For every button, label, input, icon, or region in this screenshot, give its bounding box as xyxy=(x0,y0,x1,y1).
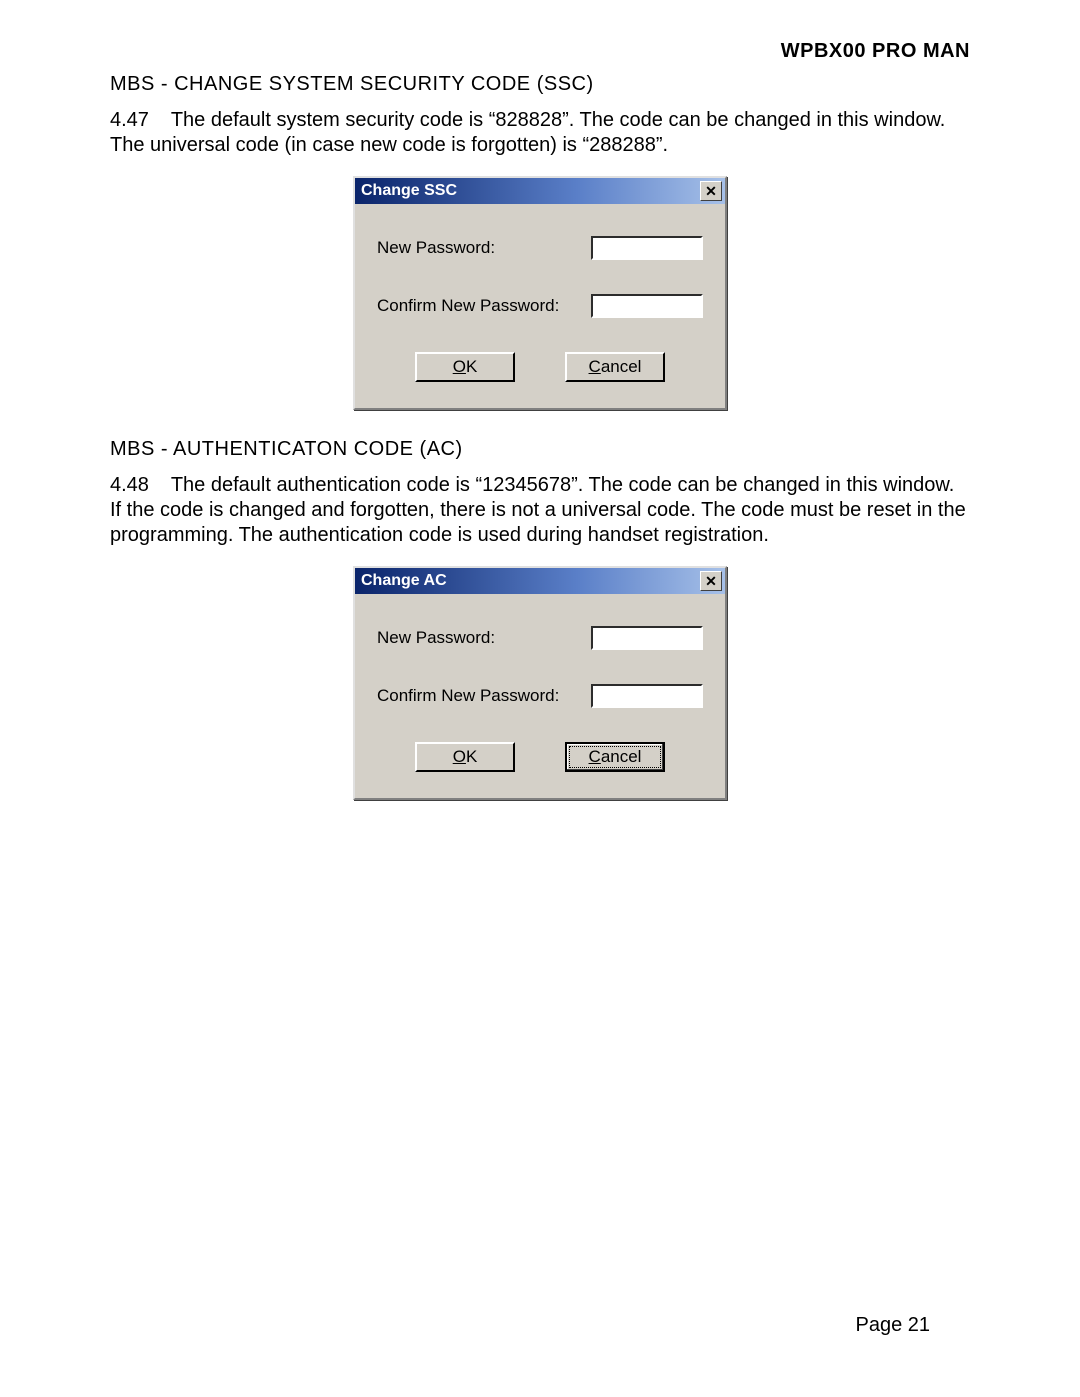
confirm-password-label: Confirm New Password: xyxy=(377,296,559,316)
ok-button-label: OK xyxy=(453,747,478,767)
titlebar[interactable]: Change AC ✕ xyxy=(355,568,725,594)
dialog-container-ssc: Change SSC ✕ New Password: Confirm New P… xyxy=(110,176,970,410)
titlebar-text: Change SSC xyxy=(361,182,457,200)
new-password-input[interactable] xyxy=(591,236,703,260)
ok-button[interactable]: OK xyxy=(415,352,515,382)
close-button[interactable]: ✕ xyxy=(700,181,722,201)
new-password-label: New Password: xyxy=(377,238,495,258)
paragraph-text: The default authentication code is “1234… xyxy=(110,474,966,546)
ok-button-label: OK xyxy=(453,357,478,377)
button-row: OK Cancel xyxy=(377,352,703,382)
titlebar-text: Change AC xyxy=(361,572,447,590)
cancel-button-label: Cancel xyxy=(589,357,642,377)
confirm-password-input[interactable] xyxy=(591,684,703,708)
paragraph-ssc: 4.47 The default system security code is… xyxy=(110,108,970,158)
close-icon: ✕ xyxy=(705,184,717,198)
new-password-row: New Password: xyxy=(377,626,703,650)
close-icon: ✕ xyxy=(705,574,717,588)
paragraph-text: The default system security code is “828… xyxy=(110,109,945,156)
confirm-password-row: Confirm New Password: xyxy=(377,294,703,318)
cancel-button-label: Cancel xyxy=(589,747,642,767)
new-password-row: New Password: xyxy=(377,236,703,260)
ok-button[interactable]: OK xyxy=(415,742,515,772)
change-ssc-dialog: Change SSC ✕ New Password: Confirm New P… xyxy=(353,176,727,410)
new-password-input[interactable] xyxy=(591,626,703,650)
form-area: New Password: Confirm New Password: OK C… xyxy=(355,594,725,772)
page-number: Page 21 xyxy=(855,1314,930,1337)
close-button[interactable]: ✕ xyxy=(700,571,722,591)
paragraph-number: 4.48 xyxy=(110,474,149,496)
button-row: OK Cancel xyxy=(377,742,703,772)
confirm-password-input[interactable] xyxy=(591,294,703,318)
dialog-container-ac: Change AC ✕ New Password: Confirm New Pa… xyxy=(110,566,970,800)
paragraph-ac: 4.48 The default authentication code is … xyxy=(110,473,970,548)
titlebar[interactable]: Change SSC ✕ xyxy=(355,178,725,204)
cancel-button[interactable]: Cancel xyxy=(565,352,665,382)
section-heading-ssc: MBS - CHANGE SYSTEM SECURITY CODE (SSC) xyxy=(110,73,970,96)
form-area: New Password: Confirm New Password: OK C… xyxy=(355,204,725,382)
document-header: WPBX00 PRO MAN xyxy=(110,40,970,63)
new-password-label: New Password: xyxy=(377,628,495,648)
confirm-password-label: Confirm New Password: xyxy=(377,686,559,706)
confirm-password-row: Confirm New Password: xyxy=(377,684,703,708)
section-heading-ac: MBS - AUTHENTICATON CODE (AC) xyxy=(110,438,970,461)
paragraph-number: 4.47 xyxy=(110,109,149,131)
change-ac-dialog: Change AC ✕ New Password: Confirm New Pa… xyxy=(353,566,727,800)
manual-page: WPBX00 PRO MAN MBS - CHANGE SYSTEM SECUR… xyxy=(0,0,1080,1397)
cancel-button[interactable]: Cancel xyxy=(565,742,665,772)
